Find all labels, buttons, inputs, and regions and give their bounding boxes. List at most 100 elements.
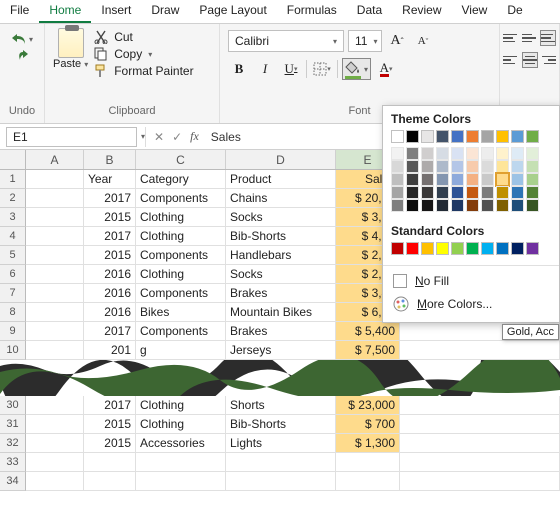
italic-button[interactable]: I [254, 58, 276, 80]
color-swatch[interactable] [451, 160, 464, 173]
cell[interactable]: 2017 [84, 322, 136, 341]
row-header[interactable]: 7 [0, 284, 26, 303]
color-swatch[interactable] [436, 160, 449, 173]
cell[interactable]: Socks [226, 208, 336, 227]
fill-color-button[interactable]: ▾ [342, 58, 371, 80]
tab-view[interactable]: View [452, 0, 498, 23]
cell[interactable]: Bib-Shorts [226, 227, 336, 246]
color-swatch[interactable] [436, 186, 449, 199]
color-swatch[interactable] [421, 173, 434, 186]
cell[interactable] [26, 472, 84, 491]
select-all-corner[interactable] [0, 150, 26, 169]
font-name-select[interactable]: Calibri▾ [228, 30, 344, 52]
cell[interactable]: Shorts [226, 396, 336, 415]
cell[interactable] [84, 472, 136, 491]
row-header[interactable]: 8 [0, 303, 26, 322]
fx-icon[interactable]: fx [190, 129, 205, 144]
color-swatch[interactable] [406, 199, 419, 212]
row-header[interactable]: 4 [0, 227, 26, 246]
cell[interactable] [26, 208, 84, 227]
cell[interactable] [26, 227, 84, 246]
cell[interactable] [26, 434, 84, 453]
color-swatch[interactable] [451, 199, 464, 212]
color-swatch[interactable] [421, 130, 434, 143]
tab-insert[interactable]: Insert [91, 0, 141, 23]
color-swatch[interactable] [466, 173, 479, 186]
color-swatch[interactable] [436, 147, 449, 160]
color-swatch[interactable] [406, 160, 419, 173]
row-header[interactable]: 9 [0, 322, 26, 341]
cell[interactable]: Product [226, 170, 336, 189]
cell[interactable]: Chains [226, 189, 336, 208]
color-swatch[interactable] [391, 186, 404, 199]
tab-de[interactable]: De [497, 0, 532, 23]
color-swatch[interactable] [421, 147, 434, 160]
color-swatch[interactable] [496, 147, 509, 160]
cell[interactable]: Lights [226, 434, 336, 453]
color-swatch[interactable] [511, 147, 524, 160]
cell[interactable]: Components [136, 284, 226, 303]
column-header-C[interactable]: C [136, 150, 226, 169]
bold-button[interactable]: B [228, 58, 250, 80]
cell[interactable]: 2015 [84, 208, 136, 227]
tab-formulas[interactable]: Formulas [277, 0, 347, 23]
color-swatch[interactable] [526, 242, 539, 255]
cell[interactable]: Clothing [136, 415, 226, 434]
cell[interactable]: 201 [84, 341, 136, 360]
color-swatch[interactable] [406, 130, 419, 143]
borders-button[interactable]: ▾ [311, 58, 333, 80]
cell[interactable]: Category [136, 170, 226, 189]
color-swatch[interactable] [466, 130, 479, 143]
color-swatch[interactable] [511, 199, 524, 212]
cell[interactable]: 2016 [84, 265, 136, 284]
no-fill-item[interactable]: No Fill [383, 270, 559, 292]
color-swatch[interactable] [436, 130, 449, 143]
name-box[interactable]: E1 [6, 127, 137, 147]
color-swatch[interactable] [406, 242, 419, 255]
color-swatch[interactable] [511, 186, 524, 199]
cell[interactable]: Clothing [136, 208, 226, 227]
format-painter-button[interactable]: Format Painter [94, 64, 193, 78]
font-color-button[interactable]: A▾ [375, 58, 397, 80]
color-swatch[interactable] [391, 173, 404, 186]
color-swatch[interactable] [526, 147, 539, 160]
color-swatch[interactable] [421, 242, 434, 255]
color-swatch[interactable] [466, 242, 479, 255]
color-swatch[interactable] [526, 130, 539, 143]
color-swatch[interactable] [436, 242, 449, 255]
color-swatch[interactable] [466, 186, 479, 199]
cell[interactable] [26, 396, 84, 415]
cell[interactable] [400, 415, 560, 434]
cell[interactable] [26, 415, 84, 434]
color-swatch[interactable] [391, 147, 404, 160]
cell[interactable]: Mountain Bikes [226, 303, 336, 322]
color-swatch[interactable] [526, 186, 539, 199]
color-swatch[interactable] [406, 147, 419, 160]
cell[interactable]: Jerseys [226, 341, 336, 360]
color-swatch[interactable] [421, 186, 434, 199]
cell[interactable] [26, 341, 84, 360]
color-swatch[interactable] [526, 173, 539, 186]
color-swatch[interactable] [451, 130, 464, 143]
color-swatch[interactable] [391, 160, 404, 173]
cell[interactable]: Clothing [136, 227, 226, 246]
color-swatch[interactable] [391, 130, 404, 143]
color-swatch[interactable] [496, 130, 509, 143]
cell[interactable]: Bikes [136, 303, 226, 322]
row-header[interactable]: 6 [0, 265, 26, 284]
align-top-button[interactable] [503, 30, 519, 46]
color-swatch[interactable] [451, 173, 464, 186]
cell[interactable]: g [136, 341, 226, 360]
color-swatch[interactable] [496, 199, 509, 212]
cell[interactable]: Components [136, 246, 226, 265]
grow-font-button[interactable]: Aˆ [386, 30, 408, 52]
cell[interactable]: 2015 [84, 415, 136, 434]
cell[interactable]: Accessories [136, 434, 226, 453]
cell[interactable] [26, 322, 84, 341]
row-header[interactable]: 30 [0, 396, 26, 415]
color-swatch[interactable] [451, 147, 464, 160]
row-header[interactable]: 31 [0, 415, 26, 434]
cell[interactable] [336, 453, 400, 472]
more-colors-item[interactable]: More Colors... [383, 292, 559, 316]
column-header-A[interactable]: A [26, 150, 84, 169]
